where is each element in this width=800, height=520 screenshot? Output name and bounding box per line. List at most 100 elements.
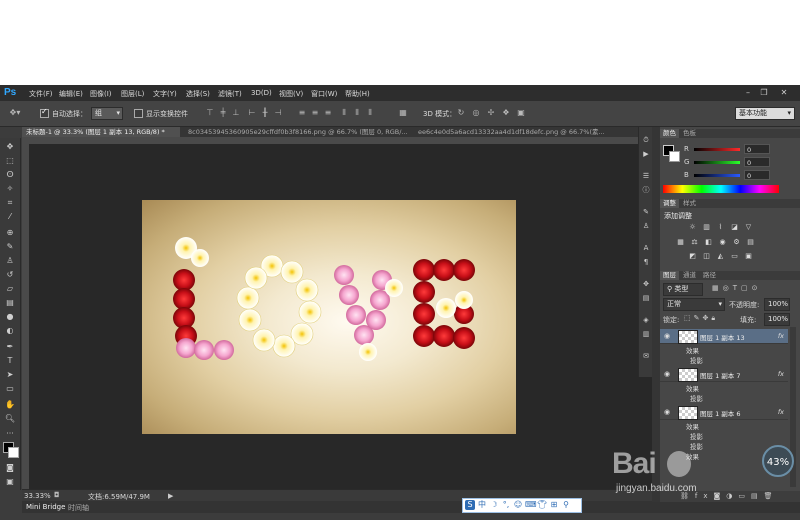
lock-icons[interactable]: ⬚✎✥🔒︎ xyxy=(684,314,718,323)
align-left-icon[interactable]: ⊢ xyxy=(247,108,257,118)
menu-layer[interactable]: 图层(L) xyxy=(121,89,144,99)
distribute-hcenter-icon[interactable]: ⫴ xyxy=(352,108,362,118)
tab-timeline[interactable]: 时间轴 xyxy=(68,503,89,513)
properties-panel-icon[interactable]: ☰ xyxy=(641,171,651,181)
layer-filter-icons[interactable]: ▦◎T▢⊙ xyxy=(712,284,761,292)
distribute-top-icon[interactable]: ≡ xyxy=(297,108,307,118)
invert-icon[interactable]: ◩ xyxy=(688,252,697,261)
histogram-panel-icon[interactable]: ▥ xyxy=(641,329,651,339)
align-right-icon[interactable]: ⊣ xyxy=(273,108,283,118)
dodge-tool-icon[interactable]: ◐ xyxy=(4,326,16,336)
show-transform-checkbox[interactable] xyxy=(134,109,143,118)
menu-filter[interactable]: 滤镜(T) xyxy=(218,89,242,99)
ime-moon-icon[interactable]: ☽ xyxy=(489,500,499,510)
menu-view[interactable]: 视图(V) xyxy=(279,89,303,99)
channel-b-value[interactable]: 0 xyxy=(744,170,770,180)
ime-emoji-icon[interactable]: ☺ xyxy=(513,500,523,510)
menu-edit[interactable]: 编辑(E) xyxy=(59,89,83,99)
align-hcenter-icon[interactable]: ╫ xyxy=(260,108,270,118)
menu-window[interactable]: 窗口(W) xyxy=(311,89,337,99)
exposure-icon[interactable]: ◪ xyxy=(730,223,739,232)
tab-png-1[interactable]: 8c03453945360905e29cffdf0b3f8166.png @ 6… xyxy=(184,127,410,137)
tab-png-2[interactable]: ee6c4e0d5a6acd13332aa4d1df18defc.png @ 6… xyxy=(414,127,624,137)
fx-icon[interactable]: fx xyxy=(778,332,784,340)
gradient-tool-icon[interactable]: ▤ xyxy=(4,298,16,308)
move-tool-icon[interactable]: ✥ xyxy=(4,142,16,152)
blend-mode-dropdown[interactable]: 正常 ▾ xyxy=(663,298,725,311)
tab-channels[interactable]: 通道 xyxy=(680,271,699,280)
zoom-level[interactable]: 33.33% xyxy=(24,492,51,500)
tab-untitled-1[interactable]: 未标题-1 @ 33.3% (图层 1 副本 13, RGB/8) * xyxy=(22,127,180,137)
eye-icon[interactable]: ◉ xyxy=(664,332,672,340)
pen-tool-icon[interactable]: ✒ xyxy=(4,342,16,352)
zoom-tool-icon[interactable]: 🔍︎ xyxy=(4,414,16,424)
channel-r-value[interactable]: 0 xyxy=(744,144,770,154)
tab-paths[interactable]: 路径 xyxy=(700,271,719,280)
scale-3d-icon[interactable]: ▣ xyxy=(516,108,526,118)
tab-layers[interactable]: 图层 xyxy=(660,271,679,280)
crop-tool-icon[interactable]: ⌗ xyxy=(4,198,16,208)
color-lookup-icon[interactable]: ▤ xyxy=(746,238,755,247)
shape-tool-icon[interactable]: ▭ xyxy=(4,384,16,394)
tab-swatches[interactable]: 色板 xyxy=(680,129,699,138)
tab-adjustments[interactable]: 调整 xyxy=(660,199,679,208)
vibrance-icon[interactable]: ▽ xyxy=(744,223,753,232)
info-panel-icon[interactable]: ⓘ xyxy=(641,185,651,195)
menu-image[interactable]: 图像(I) xyxy=(90,89,112,99)
layer-row[interactable]: ◉ 图层 1 副本 7 fx xyxy=(660,367,788,382)
eraser-icon[interactable]: ▱ xyxy=(4,284,16,294)
auto-align-icon[interactable]: ▦ xyxy=(398,108,408,118)
tab-color[interactable]: 颜色 xyxy=(660,129,679,138)
tool-presets-icon[interactable]: ✥ xyxy=(641,279,651,289)
auto-select-dropdown[interactable]: 组 ▾ xyxy=(91,107,123,120)
ime-toolbar[interactable]: S 中 ☽ °, ☺ ⌨ 👕︎ ⊞ ⚲ xyxy=(462,498,582,513)
color-balance-icon[interactable]: ⚖ xyxy=(690,238,699,247)
clone-stamp-icon[interactable]: ♙ xyxy=(4,256,16,266)
selective-color-icon[interactable]: ▣ xyxy=(744,252,753,261)
curves-icon[interactable]: ⌇ xyxy=(716,223,725,232)
navigator-panel-icon[interactable]: ◈ xyxy=(641,315,651,325)
channel-mixer-icon[interactable]: ⚙ xyxy=(732,238,741,247)
channel-g-value[interactable]: 0 xyxy=(744,157,770,167)
move-tool-preset-icon[interactable]: ✥▾ xyxy=(6,108,24,118)
path-selection-icon[interactable]: ➤ xyxy=(4,370,16,380)
ime-grid-icon[interactable]: ⊞ xyxy=(549,500,559,510)
brush-tool-icon[interactable]: ✎ xyxy=(4,242,16,252)
workspace-dropdown[interactable]: 基本功能 ▾ xyxy=(735,107,795,120)
minimize-icon[interactable]: – xyxy=(742,87,754,98)
distribute-right-icon[interactable]: ⫴ xyxy=(365,108,375,118)
effect-item[interactable]: 投影 xyxy=(660,430,788,441)
distribute-bottom-icon[interactable]: ≡ xyxy=(323,108,333,118)
marquee-tool-icon[interactable]: ⬚ xyxy=(4,156,16,166)
close-icon[interactable]: ✕ xyxy=(778,87,790,98)
posterize-icon[interactable]: ◫ xyxy=(702,252,711,261)
lasso-tool-icon[interactable]: ⵙ xyxy=(4,170,16,180)
channel-r-slider[interactable] xyxy=(694,148,740,151)
clone-source-icon[interactable]: ♙ xyxy=(641,221,651,231)
distribute-left-icon[interactable]: ⫴ xyxy=(339,108,349,118)
status-arrow-icon[interactable]: ▶ xyxy=(168,492,173,500)
effects-row[interactable]: 效果 xyxy=(660,344,788,355)
menu-3d[interactable]: 3D(D) xyxy=(251,89,272,97)
history-brush-icon[interactable]: ↺ xyxy=(4,270,16,280)
align-top-icon[interactable]: ⊤ xyxy=(205,108,215,118)
effects-row[interactable]: 效果 xyxy=(660,382,788,393)
effect-item[interactable]: 投影 xyxy=(660,392,788,403)
gradient-map-icon[interactable]: ▭ xyxy=(730,252,739,261)
hue-saturation-icon[interactable]: ▦ xyxy=(676,238,685,247)
channel-b-slider[interactable] xyxy=(694,174,740,177)
background-color-swatch[interactable] xyxy=(8,447,19,458)
opacity-input[interactable]: 100% xyxy=(764,298,790,311)
eye-icon[interactable]: ◉ xyxy=(664,408,672,416)
ime-logo-icon[interactable]: S xyxy=(465,500,475,510)
menu-select[interactable]: 选择(S) xyxy=(186,89,210,99)
color-spectrum-bar[interactable] xyxy=(663,185,779,193)
paragraph-panel-icon[interactable]: ¶ xyxy=(641,257,651,267)
fx-icon[interactable]: fx xyxy=(778,370,784,378)
fx-icon[interactable]: fx xyxy=(778,408,784,416)
menu-help[interactable]: 帮助(H) xyxy=(345,89,370,99)
ime-chinese-icon[interactable]: 中 xyxy=(477,500,487,510)
screen-mode-icon[interactable]: ▣ xyxy=(4,477,16,487)
pan-3d-icon[interactable]: ✢ xyxy=(486,108,496,118)
distribute-vcenter-icon[interactable]: ≡ xyxy=(310,108,320,118)
